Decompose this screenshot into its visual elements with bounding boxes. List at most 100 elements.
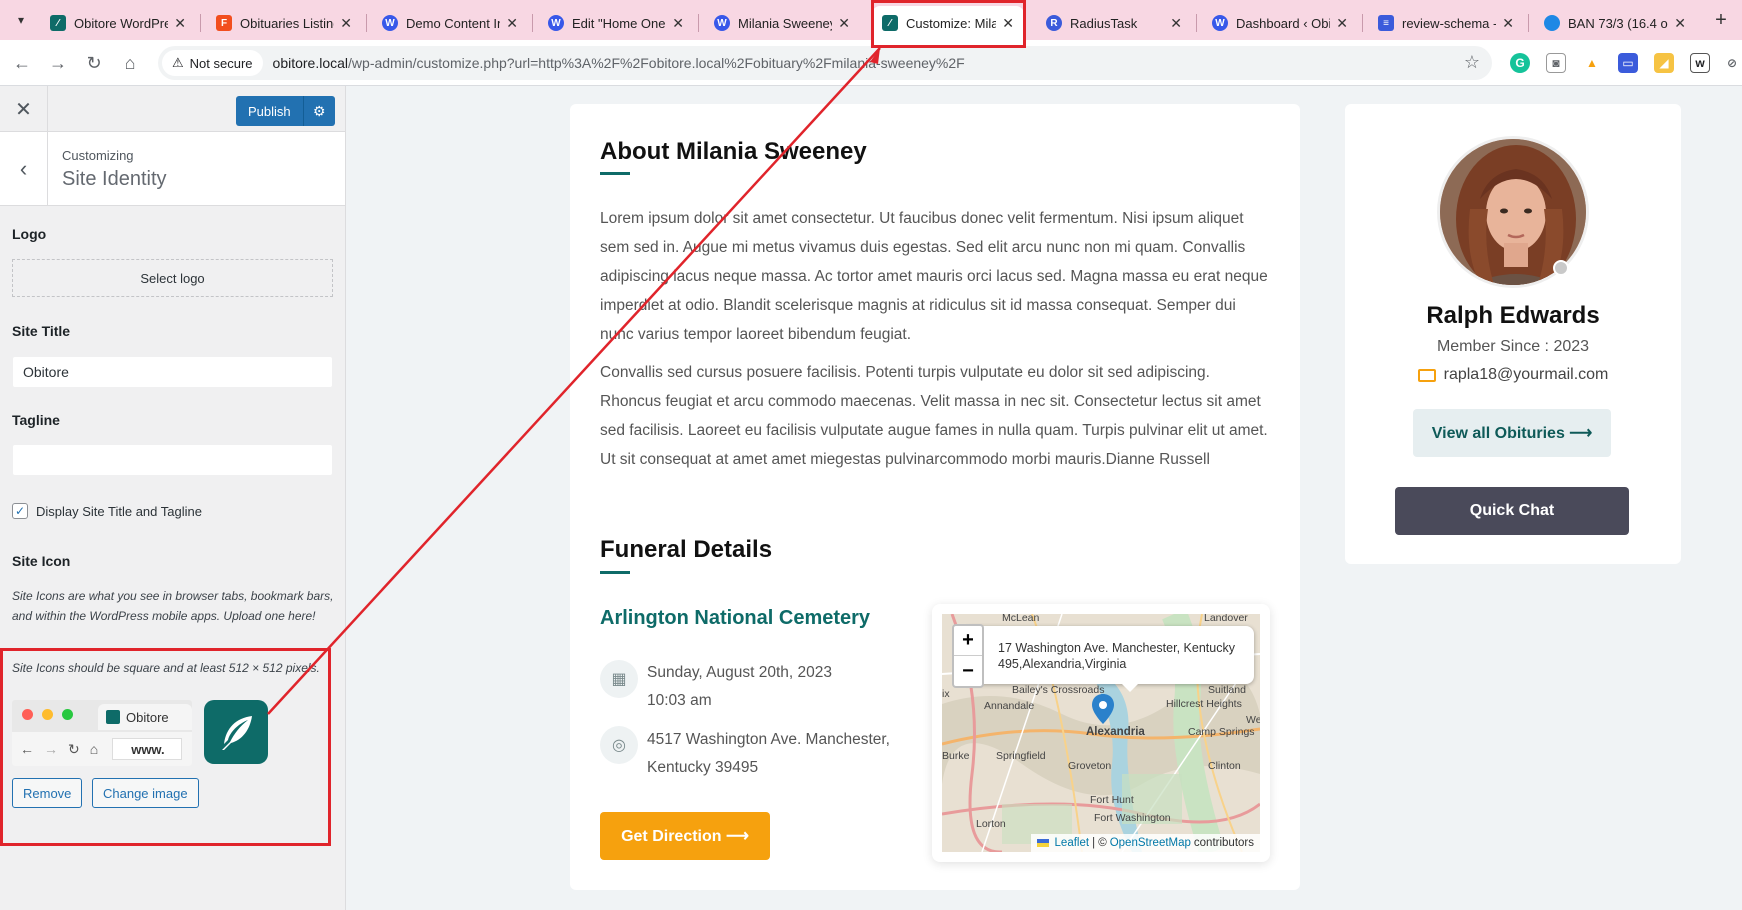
- browser-tab[interactable]: BAN 73/3 (16.4 o ✕: [1534, 6, 1696, 40]
- wordpress-icon: W: [1212, 15, 1228, 31]
- tab-close-icon[interactable]: ✕: [1336, 15, 1348, 32]
- zoom-out-button[interactable]: −: [954, 656, 982, 686]
- close-icon[interactable]: ✕: [0, 86, 48, 132]
- map-popup: 17 Washington Ave. Manchester, Kentucky …: [962, 626, 1254, 692]
- tab-close-icon[interactable]: ✕: [506, 15, 518, 32]
- tab-label: Obitore WordPre: [74, 15, 169, 31]
- map-label: Fort Washington: [1094, 812, 1171, 824]
- tab-label: Obituaries Listing: [240, 15, 335, 31]
- view-all-obituaries-button[interactable]: View all Obituries ⟶: [1413, 409, 1611, 457]
- display-title-tagline-row[interactable]: ✓ Display Site Title and Tagline: [12, 503, 202, 519]
- tab-close-icon[interactable]: ✕: [1674, 15, 1686, 32]
- browser-tab[interactable]: ≡ review-schema - ✕: [1368, 6, 1524, 40]
- ukraine-flag-icon: [1036, 839, 1049, 847]
- analytics-extension-icon[interactable]: ▲: [1582, 53, 1602, 73]
- select-logo-button[interactable]: Select logo: [12, 259, 333, 297]
- figma-icon: F: [216, 15, 232, 31]
- display-title-checkbox[interactable]: ✓: [12, 503, 28, 519]
- tagline-input[interactable]: [12, 444, 333, 476]
- address-bar[interactable]: ⚠ Not secure obitore.local/wp-admin/cust…: [158, 46, 1492, 80]
- browser-tab[interactable]: ⁄ Obitore WordPre ✕: [40, 6, 196, 40]
- grammarly-extension-icon[interactable]: G: [1510, 53, 1530, 73]
- map-label: Bailey's Crossroads: [1012, 684, 1105, 696]
- funeral-address-line1: 4517 Washington Ave. Manchester,: [647, 731, 890, 748]
- tab-label: Milania Sweeney: [738, 15, 833, 31]
- url-text[interactable]: obitore.local/wp-admin/customize.php?url…: [273, 55, 965, 71]
- radiustask-icon: R: [1046, 15, 1062, 31]
- about-paragraph-2: Convallis sed cursus posuere facilisis. …: [600, 364, 1268, 468]
- site-icon-description: Site Icons are what you see in browser t…: [12, 589, 334, 623]
- about-paragraph-1: Lorem ipsum dolor sit amet consectetur. …: [600, 210, 1268, 343]
- map-label: Camp Springs: [1188, 726, 1255, 738]
- map-frame: McLean Landover Bailey's Crossroads Suit…: [932, 604, 1270, 862]
- map-label: Fort Hunt: [1090, 794, 1134, 806]
- new-tab-plus-icon[interactable]: +: [1708, 8, 1734, 32]
- forward-arrow-icon[interactable]: →: [46, 51, 70, 75]
- funeral-address-line2: Kentucky 39495: [647, 759, 759, 776]
- calendar-icon: ▦: [600, 660, 638, 698]
- browser-tab[interactable]: W Demo Content In ✕: [372, 6, 528, 40]
- status-dot: [1553, 260, 1569, 276]
- active-tab-highlight-box: [871, 0, 1026, 48]
- window-extension-icon[interactable]: ▭: [1618, 53, 1638, 73]
- tab-label: Demo Content In: [406, 15, 501, 31]
- gear-icon[interactable]: ⚙: [302, 96, 335, 126]
- map-label: Lorton: [976, 818, 1006, 830]
- section-header: ‹ Customizing Site Identity: [0, 132, 345, 206]
- browser-tab[interactable]: W Dashboard ‹ Obit ✕: [1202, 6, 1358, 40]
- map-label: Clinton: [1208, 760, 1241, 772]
- tab-close-icon[interactable]: ✕: [1170, 15, 1182, 32]
- obitore-icon: ⁄: [50, 15, 66, 31]
- wordpress-icon: W: [548, 15, 564, 31]
- browser-tab[interactable]: F Obituaries Listing ✕: [206, 6, 362, 40]
- back-arrow-icon[interactable]: ←: [10, 51, 34, 75]
- map-label: Annandale: [984, 700, 1035, 712]
- zoom-in-button[interactable]: +: [954, 626, 982, 656]
- profile-name: Ralph Edwards: [1426, 302, 1600, 329]
- ruler-extension-icon[interactable]: ◢: [1654, 53, 1674, 73]
- map-label: Groveton: [1068, 760, 1112, 772]
- map-marker-icon[interactable]: [1092, 694, 1114, 724]
- display-title-label: Display Site Title and Tagline: [36, 503, 202, 519]
- browser-tab[interactable]: R RadiusTask ✕: [1036, 6, 1192, 40]
- tab-close-icon[interactable]: ✕: [174, 15, 186, 32]
- url-host: obitore.local: [272, 55, 349, 71]
- tab-close-icon[interactable]: ✕: [838, 15, 850, 32]
- get-direction-button[interactable]: Get Direction ⟶: [600, 812, 770, 860]
- site-title-label: Site Title: [12, 323, 71, 339]
- site-icon-highlight-box: [0, 648, 331, 846]
- wappalyzer-extension-icon[interactable]: w: [1690, 53, 1710, 73]
- chevron-left-icon[interactable]: ‹: [0, 132, 48, 206]
- map-label: Burke: [942, 750, 970, 762]
- home-icon[interactable]: ⌂: [118, 51, 142, 75]
- zoom-control: + −: [952, 624, 984, 688]
- cricket-icon: [1544, 15, 1560, 31]
- tab-close-icon[interactable]: ✕: [672, 15, 684, 32]
- extension-more-icon[interactable]: ⊘: [1722, 53, 1742, 73]
- openstreetmap-link[interactable]: OpenStreetMap: [1110, 837, 1191, 849]
- leaflet-link[interactable]: Leaflet: [1055, 837, 1090, 849]
- bookmark-star-icon[interactable]: ☆: [1464, 52, 1480, 73]
- site-title-input[interactable]: [12, 356, 333, 388]
- section-title: Site Identity: [62, 168, 167, 190]
- url-path: /wp-admin/customize.php?url=http%3A%2F%2…: [348, 55, 965, 71]
- quick-chat-button[interactable]: Quick Chat: [1395, 487, 1629, 535]
- reload-icon[interactable]: ↻: [82, 51, 106, 75]
- map[interactable]: McLean Landover Bailey's Crossroads Suit…: [942, 614, 1260, 852]
- publish-button[interactable]: Publish: [236, 96, 303, 126]
- profile-email-row: rapla18@yourmail.com: [1345, 366, 1681, 384]
- map-popup-line2: 495,Alexandria,Virginia: [998, 657, 1127, 671]
- tab-close-icon[interactable]: ✕: [340, 15, 352, 32]
- security-chip[interactable]: ⚠ Not secure: [162, 50, 263, 76]
- browser-tab[interactable]: W Edit "Home One" ✕: [538, 6, 694, 40]
- heading-underline: [600, 172, 630, 175]
- security-label: Not secure: [189, 55, 253, 71]
- tab-list-chevron-icon[interactable]: ▾: [8, 8, 34, 32]
- camera-extension-icon[interactable]: ◙: [1546, 53, 1566, 73]
- warning-triangle-icon: ⚠: [172, 55, 184, 70]
- schema-icon: ≡: [1378, 15, 1394, 31]
- tab-close-icon[interactable]: ✕: [1502, 15, 1514, 32]
- about-heading: About Milania Sweeney: [600, 138, 867, 165]
- browser-tab[interactable]: W Milania Sweeney ✕: [704, 6, 860, 40]
- profile-email[interactable]: rapla18@yourmail.com: [1444, 366, 1609, 384]
